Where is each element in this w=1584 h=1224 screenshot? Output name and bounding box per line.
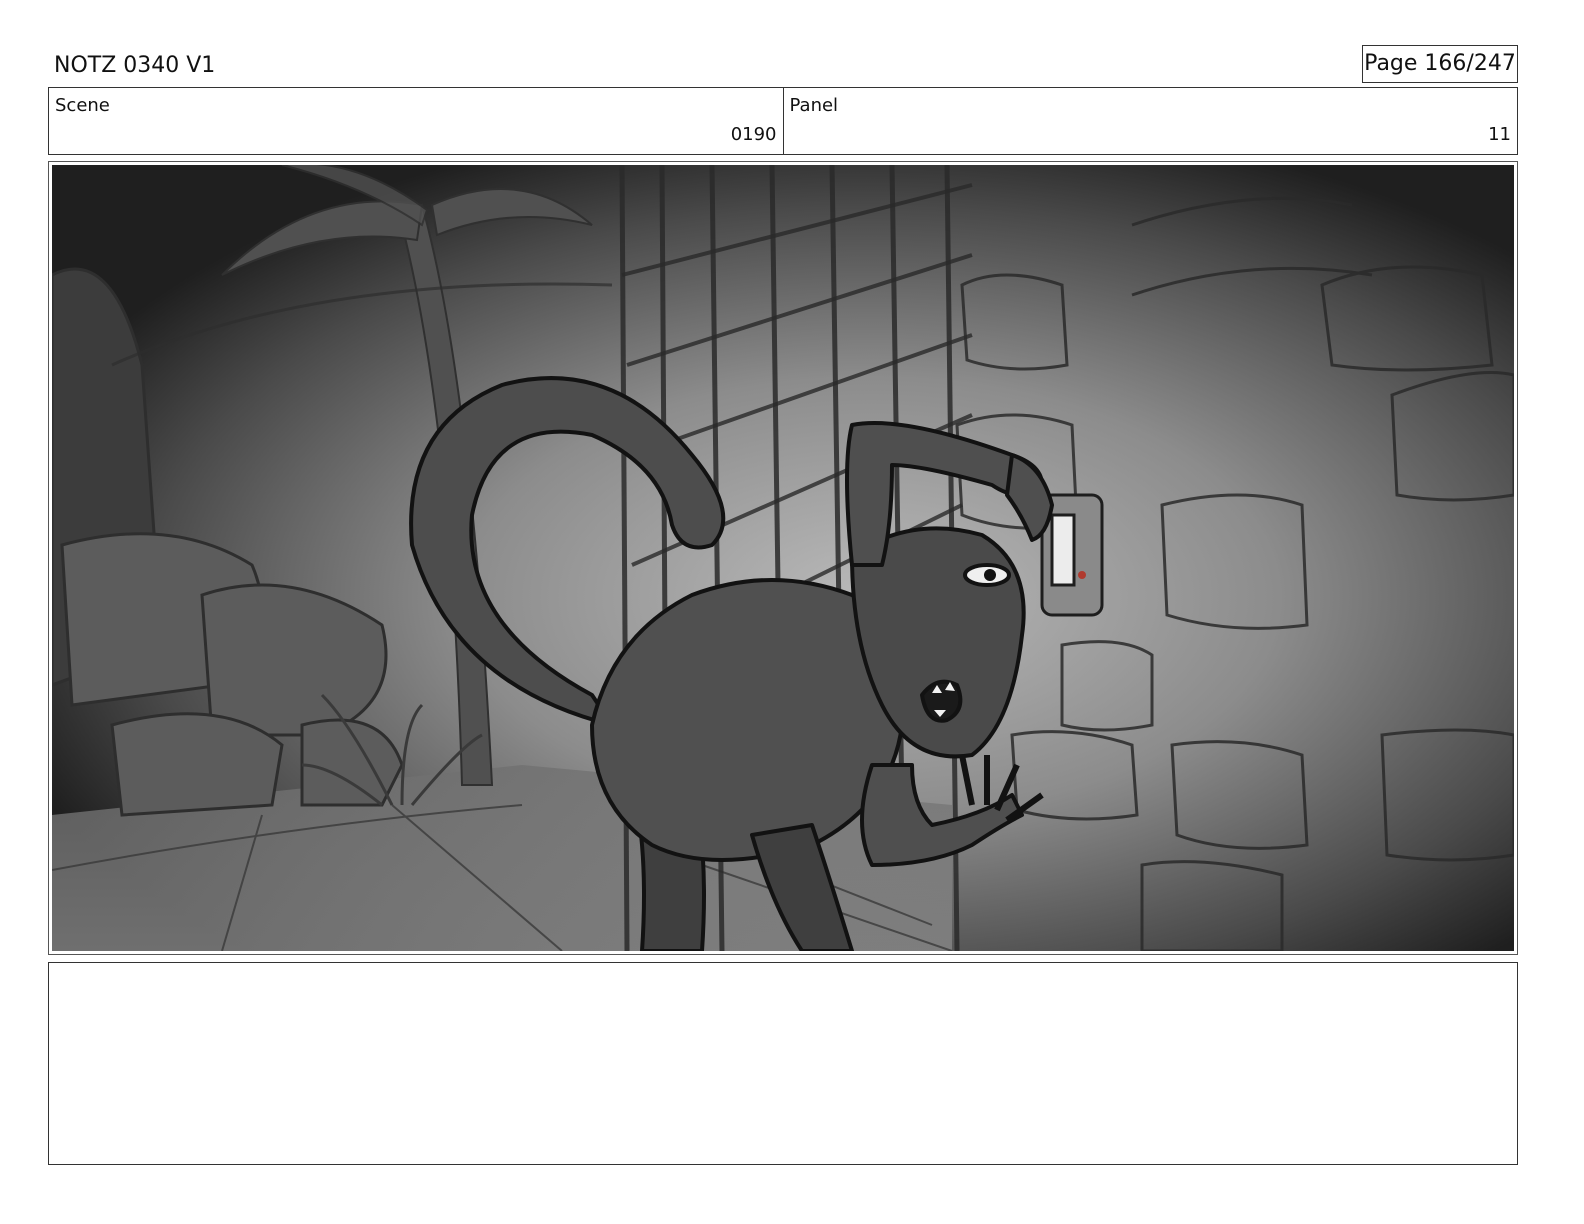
- storyboard-frame: [48, 161, 1518, 955]
- storyboard-drawing: [52, 165, 1514, 951]
- scene-label: Scene: [55, 95, 110, 116]
- document-title: NOTZ 0340 V1: [54, 53, 216, 78]
- panel-value: 11: [1488, 124, 1511, 145]
- scene-value: 0190: [730, 124, 777, 145]
- page-number: Page 166/247: [1362, 45, 1518, 83]
- panel-label: Panel: [789, 95, 839, 116]
- scene-panel-header: Scene 0190 Panel 11: [48, 87, 1518, 155]
- scene-cell: Scene 0190: [49, 88, 783, 154]
- notes-box: [48, 962, 1518, 1165]
- panel-cell: Panel 11: [782, 88, 1518, 154]
- monkey-pupil: [984, 569, 996, 581]
